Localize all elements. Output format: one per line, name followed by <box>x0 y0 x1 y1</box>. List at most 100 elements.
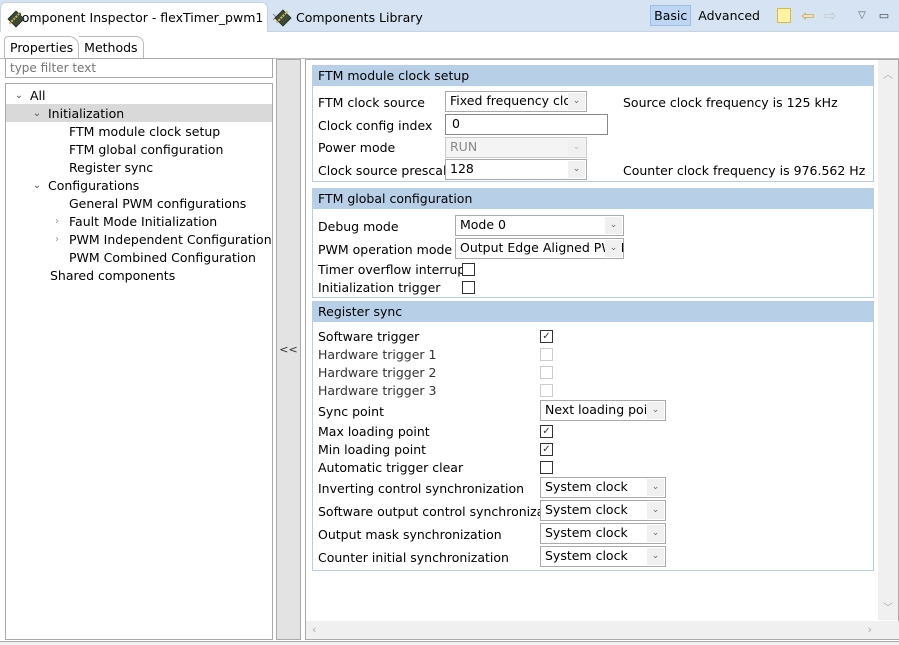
filter-input[interactable] <box>5 58 273 78</box>
hardware-trigger-2-checkbox <box>540 366 553 379</box>
clock-source-select[interactable]: Fixed frequency clock ⌄ <box>445 91 587 112</box>
select-value: Fixed frequency clock <box>450 93 586 108</box>
tree-item-ftm-module-clock-setup[interactable]: FTM module clock setup <box>6 122 272 140</box>
select-value: Output Edge Aligned PWM <box>460 240 625 255</box>
scroll-down-icon[interactable]: ﹀ <box>878 599 898 614</box>
chevron-down-icon: ⌄ <box>568 93 585 110</box>
tree-item-pwm-independent-configuration[interactable]: › PWM Independent Configuration <box>6 230 272 248</box>
group-title: FTM module clock setup <box>313 66 873 86</box>
tree-item-label: PWM Combined Configuration <box>69 249 256 265</box>
sync-point-select[interactable]: Next loading point ⌄ <box>540 400 666 421</box>
tab-methods[interactable]: Methods <box>79 36 144 58</box>
horizontal-scrollbar[interactable]: ‹ › <box>306 621 899 639</box>
tree-item-configurations[interactable]: ⌄ Configurations <box>6 176 272 194</box>
clock-config-index-input[interactable]: 0 <box>445 114 608 135</box>
chevron-right-icon[interactable]: › <box>50 216 64 227</box>
tree-item-general-pwm-configurations[interactable]: General PWM configurations <box>6 194 272 212</box>
tree-item-fault-mode-initialization[interactable]: › Fault Mode Initialization <box>6 212 272 230</box>
group-register-sync: Register sync Software trigger ✓ Hardwar… <box>312 301 874 571</box>
property-tree: ⌄ All ⌄ Initialization FTM module clock … <box>5 83 273 640</box>
tree-item-ftm-global-configuration[interactable]: FTM global configuration <box>6 140 272 158</box>
scroll-right-icon[interactable]: › <box>868 623 872 636</box>
select-value: System clock <box>545 502 628 517</box>
tab-components-library[interactable]: Components Library <box>268 2 468 32</box>
chevron-down-icon: ⌄ <box>647 525 664 542</box>
chevron-down-icon: ⌄ <box>647 479 664 496</box>
min-loading-point-checkbox[interactable]: ✓ <box>540 443 553 456</box>
max-loading-point-checkbox[interactable]: ✓ <box>540 425 553 438</box>
new-note-icon[interactable] <box>777 7 791 23</box>
tree-item-shared-components[interactable]: Shared components <box>6 266 272 284</box>
automatic-trigger-clear-checkbox[interactable] <box>540 461 553 474</box>
field-label: Max loading point <box>318 423 430 439</box>
field-label: Debug mode <box>318 218 399 234</box>
tree-item-label: All <box>30 87 46 103</box>
scroll-up-icon[interactable]: ︿ <box>878 66 898 81</box>
tree-item-label: FTM global configuration <box>69 141 224 157</box>
inverting-control-sync-select[interactable]: System clock ⌄ <box>540 477 666 498</box>
chevron-down-icon: ⌄ <box>647 548 664 565</box>
restore-icon[interactable]: ▭ <box>875 6 893 24</box>
field-label: Output mask synchronization <box>318 526 502 542</box>
field-label: Sync point <box>318 403 384 419</box>
tree-item-initialization[interactable]: ⌄ Initialization <box>6 104 272 122</box>
chevron-down-icon: ⌄ <box>605 240 622 257</box>
properties-panel: FTM module clock setup FTM clock source … <box>305 59 899 640</box>
select-value: Mode 0 <box>460 217 506 232</box>
field-label: Counter initial synchronization <box>318 549 509 565</box>
vertical-scrollbar[interactable]: ︿ ﹀ <box>878 60 898 620</box>
back-arrow-icon[interactable]: ⇦ <box>799 6 817 25</box>
field-label: PWM operation mode <box>318 241 453 257</box>
field-label: Hardware trigger 3 <box>318 382 437 398</box>
tree-item-pwm-combined-configuration[interactable]: PWM Combined Configuration <box>6 248 272 266</box>
chevron-down-icon: ⌄ <box>605 217 622 234</box>
scroll-left-icon[interactable]: ‹ <box>312 623 316 636</box>
software-output-control-sync-select[interactable]: System clock ⌄ <box>540 500 666 521</box>
field-label: Automatic trigger clear <box>318 459 464 475</box>
output-mask-sync-select[interactable]: System clock ⌄ <box>540 523 666 544</box>
initialization-trigger-checkbox[interactable] <box>462 281 475 294</box>
tree-item-register-sync[interactable]: Register sync <box>6 158 272 176</box>
inspector-subtabs: Properties Methods <box>4 36 144 58</box>
collapse-label: << <box>279 343 298 356</box>
chevron-down-icon[interactable]: ⌄ <box>12 90 26 101</box>
basic-mode-button[interactable]: Basic <box>650 4 692 26</box>
group-title: Register sync <box>313 302 873 322</box>
tab-label: Components Library <box>296 9 423 25</box>
tree-item-label: FTM module clock setup <box>69 123 221 139</box>
chevron-down-icon: ⌄ <box>647 402 664 419</box>
editor-tab-bar: Component Inspector - flexTimer_pwm1 ✕ C… <box>0 0 899 32</box>
select-value: Next loading point <box>545 402 660 417</box>
chevron-down-icon[interactable]: ⌄ <box>30 180 44 191</box>
pwm-operation-mode-select[interactable]: Output Edge Aligned PWM ⌄ <box>455 238 624 259</box>
tab-component-inspector[interactable]: Component Inspector - flexTimer_pwm1 ✕ <box>0 2 281 32</box>
select-value: System clock <box>545 548 628 563</box>
tree-item-all[interactable]: ⌄ All <box>6 86 272 104</box>
chevron-right-icon[interactable]: › <box>50 234 64 245</box>
select-value: System clock <box>545 479 628 494</box>
counter-initial-sync-select[interactable]: System clock ⌄ <box>540 546 666 567</box>
field-label: Inverting control synchronization <box>318 480 525 496</box>
tree-item-label: Initialization <box>48 105 125 121</box>
tab-properties[interactable]: Properties <box>4 36 80 58</box>
debug-mode-select[interactable]: Mode 0 ⌄ <box>455 215 624 236</box>
software-trigger-checkbox[interactable]: ✓ <box>540 330 553 343</box>
collapse-tree-button[interactable]: << <box>276 59 301 640</box>
clock-prescaler-select[interactable]: 128 ⌄ <box>445 159 587 180</box>
field-label: Power mode <box>318 139 396 155</box>
timer-overflow-interrupt-checkbox[interactable] <box>462 263 475 276</box>
hardware-trigger-3-checkbox <box>540 384 553 397</box>
view-toolbar: Basic Advanced ⇦ ⇨ ▽ ▭ <box>650 3 893 27</box>
tree-item-label: Fault Mode Initialization <box>69 213 218 229</box>
select-value: 128 <box>450 161 474 176</box>
field-label: FTM clock source <box>318 94 425 110</box>
field-label: Initialization trigger <box>318 279 441 295</box>
tree-item-label: PWM Independent Configuration <box>69 231 272 247</box>
field-label: Clock source prescaler <box>318 162 460 178</box>
view-menu-icon[interactable]: ▽ <box>853 6 871 24</box>
chevron-down-icon[interactable]: ⌄ <box>30 108 44 119</box>
forward-arrow-icon[interactable]: ⇨ <box>821 6 839 25</box>
chevron-down-icon: ⌄ <box>568 161 585 178</box>
advanced-mode-button[interactable]: Advanced <box>695 6 763 25</box>
group-title: FTM global configuration <box>313 189 873 209</box>
